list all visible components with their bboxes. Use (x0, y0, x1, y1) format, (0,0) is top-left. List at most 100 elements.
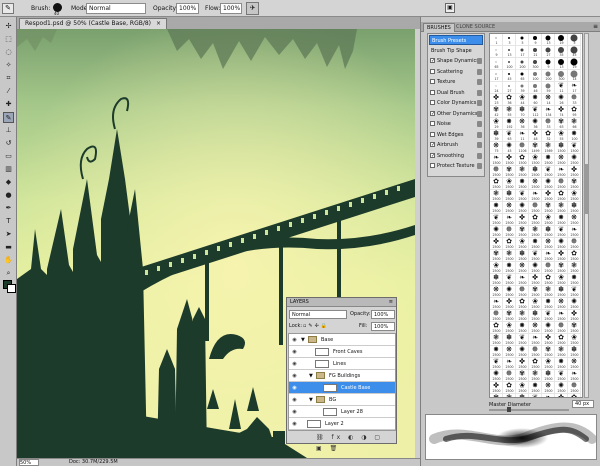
panel-menu-icon[interactable]: ≡ (389, 298, 393, 307)
brush-preset-cell[interactable]: ✽ 39 (490, 130, 503, 142)
brush-preset-cell[interactable]: ❋ 2500 (516, 262, 529, 274)
scrollbar-thumb[interactable] (585, 164, 588, 214)
zoom-tool-icon[interactable]: ⌕ (3, 268, 14, 279)
mode-select[interactable]: Normal (86, 3, 146, 14)
eraser-tool-icon[interactable]: ▭ (3, 151, 14, 162)
brush-preset-cell[interactable]: ❋ 75 (490, 142, 503, 154)
brush-option-item[interactable]: ✓ Smoothing (428, 151, 484, 162)
brush-preset-cell[interactable]: ❦2500 (490, 214, 503, 226)
brush-preset-cell[interactable]: ✺ 2500 (555, 382, 568, 394)
brush-preset-cell[interactable]: ✤2500 (568, 310, 581, 322)
brush-preset-cell[interactable]: ❀ 55 (555, 130, 568, 142)
brush-preset-cell[interactable]: ✺ 26 (555, 94, 568, 106)
brush-preset-cell[interactable]: ✤2500 (516, 358, 529, 370)
brush-preset-cell[interactable]: ❁ 2500 (568, 238, 581, 250)
group-expand-icon[interactable]: ▼ (309, 394, 313, 406)
brush-preset-cell[interactable]: ❀ 2500 (516, 382, 529, 394)
gradient-tool-icon[interactable]: ▥ (3, 164, 14, 175)
option-checkbox[interactable] (430, 121, 435, 126)
layer-group-row[interactable]: ◉ ▼ FG Buildings (289, 370, 395, 382)
group-expand-icon[interactable]: ▼ (309, 370, 313, 382)
brush-preset-cell[interactable]: ✿2500 (490, 178, 503, 190)
brush-preset-cell[interactable]: ✤2500 (542, 334, 555, 346)
brush-preset-cell[interactable]: ✤2500 (490, 238, 503, 250)
move-tool-icon[interactable]: ✢ (3, 21, 14, 32)
brush-preset-cell[interactable]: ❃2500 (516, 310, 529, 322)
visibility-eye-icon[interactable]: ◉ (290, 394, 299, 406)
brush-preset-cell[interactable]: ❁ 2500 (529, 202, 542, 214)
brush-preset-cell[interactable]: ❀ 2500 (490, 262, 503, 274)
brush-option-item[interactable]: Dual Brush (428, 88, 484, 99)
brush-preset-cell[interactable]: ✺ 2500 (542, 322, 555, 334)
brush-preset-cell[interactable]: ❃2500 (503, 250, 516, 262)
brush-preset-cell[interactable]: 200 (516, 58, 529, 70)
brush-preset-cell[interactable]: ❃2500 (490, 190, 503, 202)
brush-preset-cell[interactable]: ❃2500 (542, 286, 555, 298)
brush-preset-cell[interactable]: 45 (503, 70, 516, 82)
option-checkbox[interactable] (430, 89, 435, 95)
option-checkbox[interactable]: ✓ (430, 110, 435, 116)
brush-preset-cell[interactable]: ❃2500 (503, 394, 516, 397)
brush-preset-cell[interactable]: ✽2500 (555, 286, 568, 298)
brush-tool-icon[interactable]: ✎ (3, 112, 14, 123)
brush-preset-cell[interactable]: ❁ 1106 (516, 142, 529, 154)
brush-preset-cell[interactable]: ✿2500 (503, 238, 516, 250)
fill-field[interactable]: 100% (371, 322, 395, 331)
brush-preset-cell[interactable]: ✸ 2500 (568, 274, 581, 286)
brush-preset-cell[interactable]: ✤ 74 (555, 106, 568, 118)
brush-preset-cell[interactable]: ❦ 63 (503, 130, 516, 142)
option-checkbox[interactable]: ✓ (430, 142, 435, 148)
brush-preset-cell[interactable]: ✾2500 (503, 166, 516, 178)
layer-row[interactable]: ◉ Front Caves (289, 346, 395, 358)
lock-icon[interactable] (477, 89, 482, 96)
brush-preset-cell[interactable]: 65 (516, 70, 529, 82)
slider-knob[interactable] (507, 407, 511, 412)
brush-preset-cell[interactable]: ✽2500 (490, 274, 503, 286)
brush-preset-cell[interactable]: 35 (555, 46, 568, 58)
brush-preset-cell[interactable]: 45 (568, 46, 581, 58)
brush-preset-cell[interactable]: ❃ 66 (568, 118, 581, 130)
brush-preset-cell[interactable]: ❋ 2500 (542, 238, 555, 250)
visibility-eye-icon[interactable]: ◉ (290, 334, 299, 346)
brush-preset-cell[interactable]: ❁ 2500 (555, 178, 568, 190)
brush-preset-cell[interactable]: ✤ 23 (490, 94, 503, 106)
hand-tool-icon[interactable]: ✋ (3, 255, 14, 266)
brush-preset-cell[interactable]: ❧2500 (542, 394, 555, 397)
brush-preset-cell[interactable]: ❋ 2500 (542, 382, 555, 394)
brush-preset-cell[interactable]: ❃2500 (568, 262, 581, 274)
brush-preset-cell[interactable]: ✤2500 (516, 214, 529, 226)
brush-grid-scrollbar[interactable] (584, 33, 589, 398)
brush-preset-cell[interactable]: 9 (542, 58, 555, 70)
brush-preset-cell[interactable]: ✸ 2500 (542, 298, 555, 310)
brush-preset-cell[interactable]: ❁ 2500 (490, 166, 503, 178)
brush-preset-cell[interactable]: ✸ 100 (568, 130, 581, 142)
path-selection-tool-icon[interactable]: ➤ (3, 229, 14, 240)
brush-preset-cell[interactable]: ❧ 11 (516, 130, 529, 142)
brush-preset-cell[interactable]: ✸ 2500 (490, 346, 503, 358)
brush-preset-cell[interactable]: ❋ 2500 (490, 286, 503, 298)
brush-preset-cell[interactable]: ✺ 2500 (568, 298, 581, 310)
brush-preset-cell[interactable]: ✾ 63 (555, 118, 568, 130)
brush-preset-cell[interactable]: ❀ 2500 (568, 190, 581, 202)
brush-preset-cell[interactable]: ❋ 2500 (555, 298, 568, 310)
brush-preset-cell[interactable]: ❀ 2500 (503, 322, 516, 334)
brush-preset-cell[interactable]: ❃2500 (529, 370, 542, 382)
option-checkbox[interactable] (430, 163, 435, 168)
brush-option-item[interactable]: Texture (428, 77, 484, 88)
lock-icon[interactable] (477, 121, 482, 127)
brush-preset-cell[interactable]: ✽ 70 (516, 106, 529, 118)
brush-preset-cell[interactable]: 59 (542, 82, 555, 94)
brush-panel-menu-icon[interactable]: ≡ (593, 23, 598, 30)
brush-preset-cell[interactable]: ❀ 2500 (542, 214, 555, 226)
visibility-eye-icon[interactable]: ◉ (290, 406, 299, 418)
brush-preset-cell[interactable]: ✽2500 (568, 346, 581, 358)
brush-preset-cell[interactable]: ❧ 17 (568, 82, 581, 94)
brush-option-item[interactable]: Color Dynamics (428, 98, 484, 109)
brush-preset-cell[interactable]: ❦2500 (555, 226, 568, 238)
brush-preset-cell[interactable]: ✤2500 (490, 382, 503, 394)
brush-option-item[interactable]: Noise (428, 119, 484, 130)
layers-footer-icons[interactable]: ⛓ fx ◐ ◑ ▢ ▣ 🗑 (288, 432, 396, 452)
brush-preset-cell[interactable]: ✾2500 (568, 322, 581, 334)
lock-icon[interactable] (477, 131, 482, 138)
visibility-eye-icon[interactable]: ◉ (290, 346, 299, 358)
